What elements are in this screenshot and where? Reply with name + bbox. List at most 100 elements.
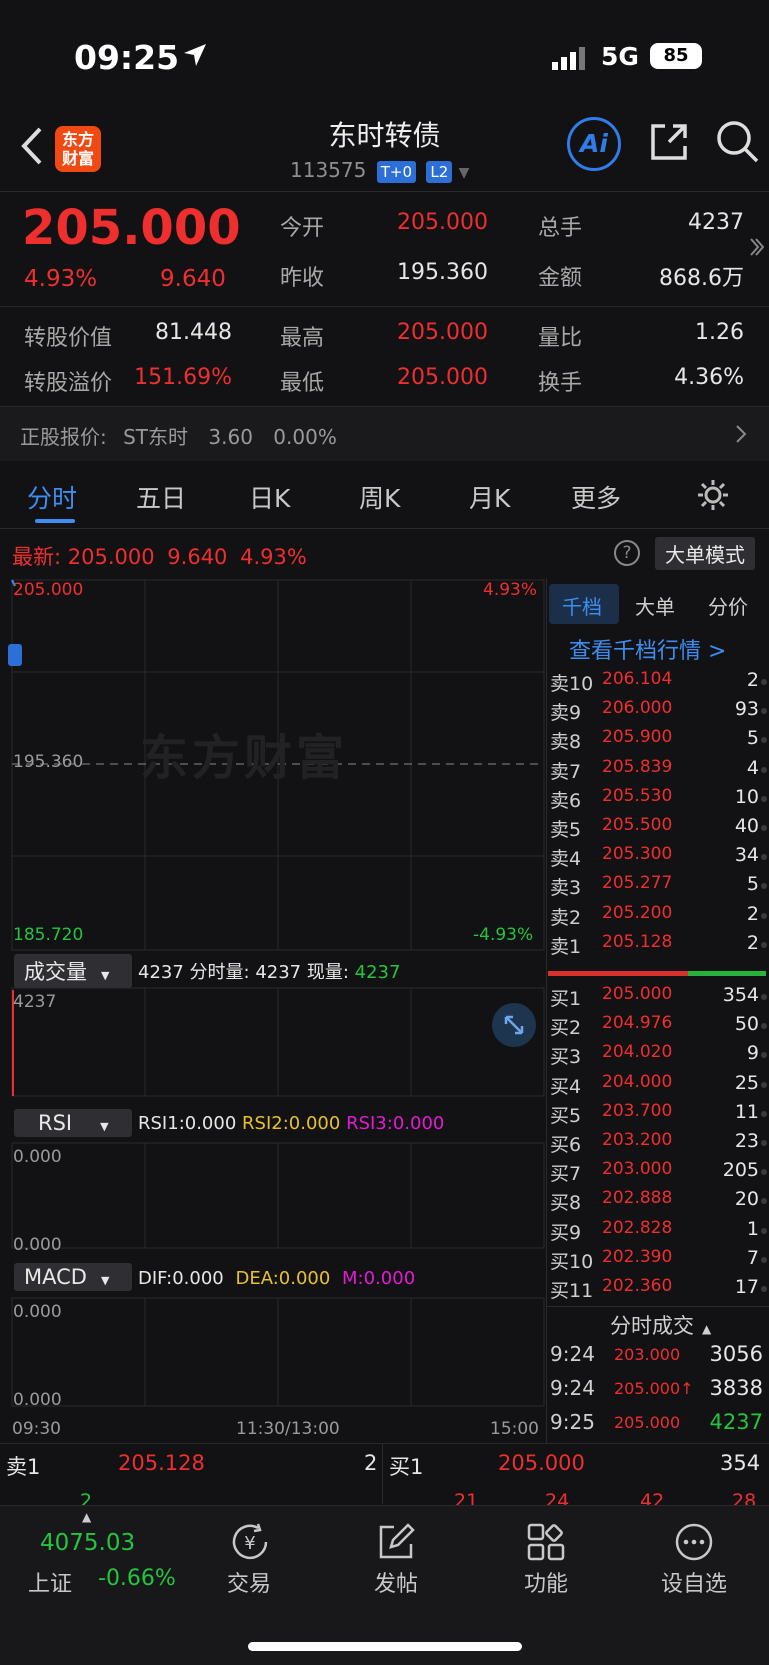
buy-level-row[interactable]: 买3 204.020 9	[546, 1042, 769, 1071]
level-dot	[761, 941, 767, 948]
tab-big-orders[interactable]: 大单	[635, 591, 675, 620]
search-icon[interactable]	[714, 118, 760, 164]
l1-sell-qty: 2	[364, 1451, 378, 1475]
macd-selector[interactable]: MACD ▼	[14, 1263, 132, 1291]
l2-badge: L2	[426, 161, 453, 183]
divider	[0, 306, 769, 307]
low-value: 205.000	[397, 365, 488, 390]
volume-selector[interactable]: 成交量 ▼	[14, 954, 132, 988]
tab-thousand-levels[interactable]: 千档	[562, 591, 602, 620]
chart-top-pct: 4.93%	[483, 580, 538, 600]
amount-value: 868.6万	[659, 266, 744, 291]
trades-header[interactable]: 分时成交 ▲	[610, 1310, 711, 1340]
fullscreen-icon[interactable]	[492, 1003, 536, 1047]
level-dot	[761, 1140, 767, 1146]
high-value: 205.000	[397, 320, 488, 345]
trade-price: 205.000↑	[614, 1379, 694, 1398]
sell-level-row[interactable]: 卖10 206.104 2	[546, 669, 769, 698]
level-name: 买2	[550, 1017, 582, 1040]
nav-add-watchlist[interactable]: 设自选	[644, 1566, 744, 1598]
chart-top-price: 205.000	[13, 580, 84, 600]
level-dot	[761, 1081, 767, 1088]
tab-weekly-k[interactable]: 周K	[359, 479, 400, 515]
buy-level-row[interactable]: 买11 202.360 17	[546, 1276, 769, 1305]
nav-post[interactable]: 发帖	[346, 1566, 446, 1598]
premium-value: 151.69%	[134, 365, 232, 390]
dropdown-arrow-icon[interactable]: ▼	[459, 165, 470, 181]
rsi-bottom-value: 0.000	[13, 1235, 62, 1255]
more-circle-icon[interactable]	[674, 1522, 714, 1562]
level-price: 203.700	[602, 1100, 673, 1121]
sell-level-row[interactable]: 卖2 205.200 2	[546, 903, 769, 932]
l1-buy-price: 205.000	[498, 1451, 585, 1475]
sell-level-row[interactable]: 卖6 205.530 10	[546, 786, 769, 815]
view-levels-link[interactable]: 查看千档行情 >	[569, 633, 726, 665]
rsi-selector[interactable]: RSI ▼	[14, 1109, 132, 1137]
expand-quote-icon[interactable]	[748, 236, 764, 258]
index-pct: -0.66%	[98, 1566, 176, 1591]
level-price: 206.104	[602, 669, 673, 689]
underlying-stock-row[interactable]: 正股报价: ST东时 3.60 0.00%	[0, 407, 769, 461]
index-value[interactable]: 4075.03	[40, 1530, 135, 1556]
ai-icon[interactable]: Ai	[567, 117, 621, 171]
buy-level-row[interactable]: 买1 205.000 354	[546, 984, 769, 1013]
buy-level-row[interactable]: 买2 204.976 50	[546, 1013, 769, 1042]
buy-level-row[interactable]: 买9 202.828 1	[546, 1218, 769, 1247]
level-qty: 93	[734, 698, 759, 721]
buy-level-row[interactable]: 买6 203.200 23	[546, 1130, 769, 1159]
open-label: 今开	[280, 216, 325, 241]
post-edit-icon[interactable]	[376, 1522, 416, 1562]
nav-function[interactable]: 功能	[496, 1566, 596, 1598]
level-price: 205.277	[602, 873, 673, 894]
level-name: 卖3	[550, 877, 582, 900]
tab-price-split[interactable]: 分价	[708, 591, 748, 620]
tab-indicator	[35, 519, 75, 523]
chart-tabs: 分时 五日 日K 周K 月K 更多	[0, 461, 769, 529]
buy-level-row[interactable]: 买5 203.700 11	[546, 1101, 769, 1130]
tab-intraday[interactable]: 分时	[27, 479, 77, 515]
buy-level-row[interactable]: 买10 202.390 7	[546, 1247, 769, 1276]
gear-icon[interactable]	[695, 477, 731, 513]
collapse-arrow-icon[interactable]: ▲	[82, 1510, 91, 1524]
buy-ratio-bar	[688, 971, 766, 976]
t0-badge: T+0	[376, 161, 416, 183]
level-dot	[761, 1198, 767, 1205]
tab-monthly-k[interactable]: 月K	[469, 479, 510, 515]
sell-level-row[interactable]: 卖8 205.900 5	[546, 727, 769, 756]
sell-level-row[interactable]: 卖3 205.277 5	[546, 873, 769, 902]
level-price: 205.839	[602, 756, 673, 777]
tab-daily-k[interactable]: 日K	[249, 479, 290, 515]
tab-more[interactable]: 更多	[571, 479, 621, 515]
buy-level-row[interactable]: 买4 204.000 25	[546, 1072, 769, 1101]
chart-mid-price: 195.360	[13, 752, 84, 772]
tab-five-day[interactable]: 五日	[136, 479, 186, 515]
level-price: 203.000	[602, 1159, 673, 1180]
level-price: 206.000	[602, 698, 673, 719]
function-grid-icon[interactable]	[526, 1522, 566, 1562]
watermark: 东方财富	[140, 730, 349, 786]
status-time: 09:25	[74, 38, 180, 77]
intraday-chart	[11, 579, 545, 1407]
buy-level-row[interactable]: 买7 203.000 205	[546, 1159, 769, 1188]
eastmoney-logo: 东方 财富	[55, 126, 101, 172]
level-qty: 5	[746, 873, 759, 896]
latest-line: 最新: 205.000 9.640 4.93%	[12, 541, 307, 571]
trade-row: 9:25 205.000 4237	[546, 1410, 769, 1442]
share-icon[interactable]	[647, 120, 691, 164]
big-order-mode-button[interactable]: 大单模式	[655, 537, 755, 570]
location-arrow-icon	[184, 44, 206, 66]
last-price: 205.000	[22, 200, 241, 256]
latest-price: 205.000	[67, 545, 155, 569]
rsi-top-value: 0.000	[13, 1147, 62, 1167]
l1-sell-label: 卖1	[6, 1455, 41, 1479]
sell-level-row[interactable]: 卖9 206.000 93	[546, 698, 769, 727]
sell-level-row[interactable]: 卖1 205.128 2	[546, 932, 769, 961]
buy-level-row[interactable]: 买8 202.888 20	[546, 1188, 769, 1217]
help-icon[interactable]: ?	[614, 540, 640, 566]
trade-yuan-icon[interactable]: ¥	[228, 1522, 272, 1562]
sell-level-row[interactable]: 卖4 205.300 34	[546, 844, 769, 873]
nav-trade[interactable]: 交易	[199, 1566, 299, 1598]
level-price: 204.976	[602, 1013, 673, 1034]
sell-level-row[interactable]: 卖5 205.500 40	[546, 815, 769, 844]
sell-level-row[interactable]: 卖7 205.839 4	[546, 757, 769, 786]
